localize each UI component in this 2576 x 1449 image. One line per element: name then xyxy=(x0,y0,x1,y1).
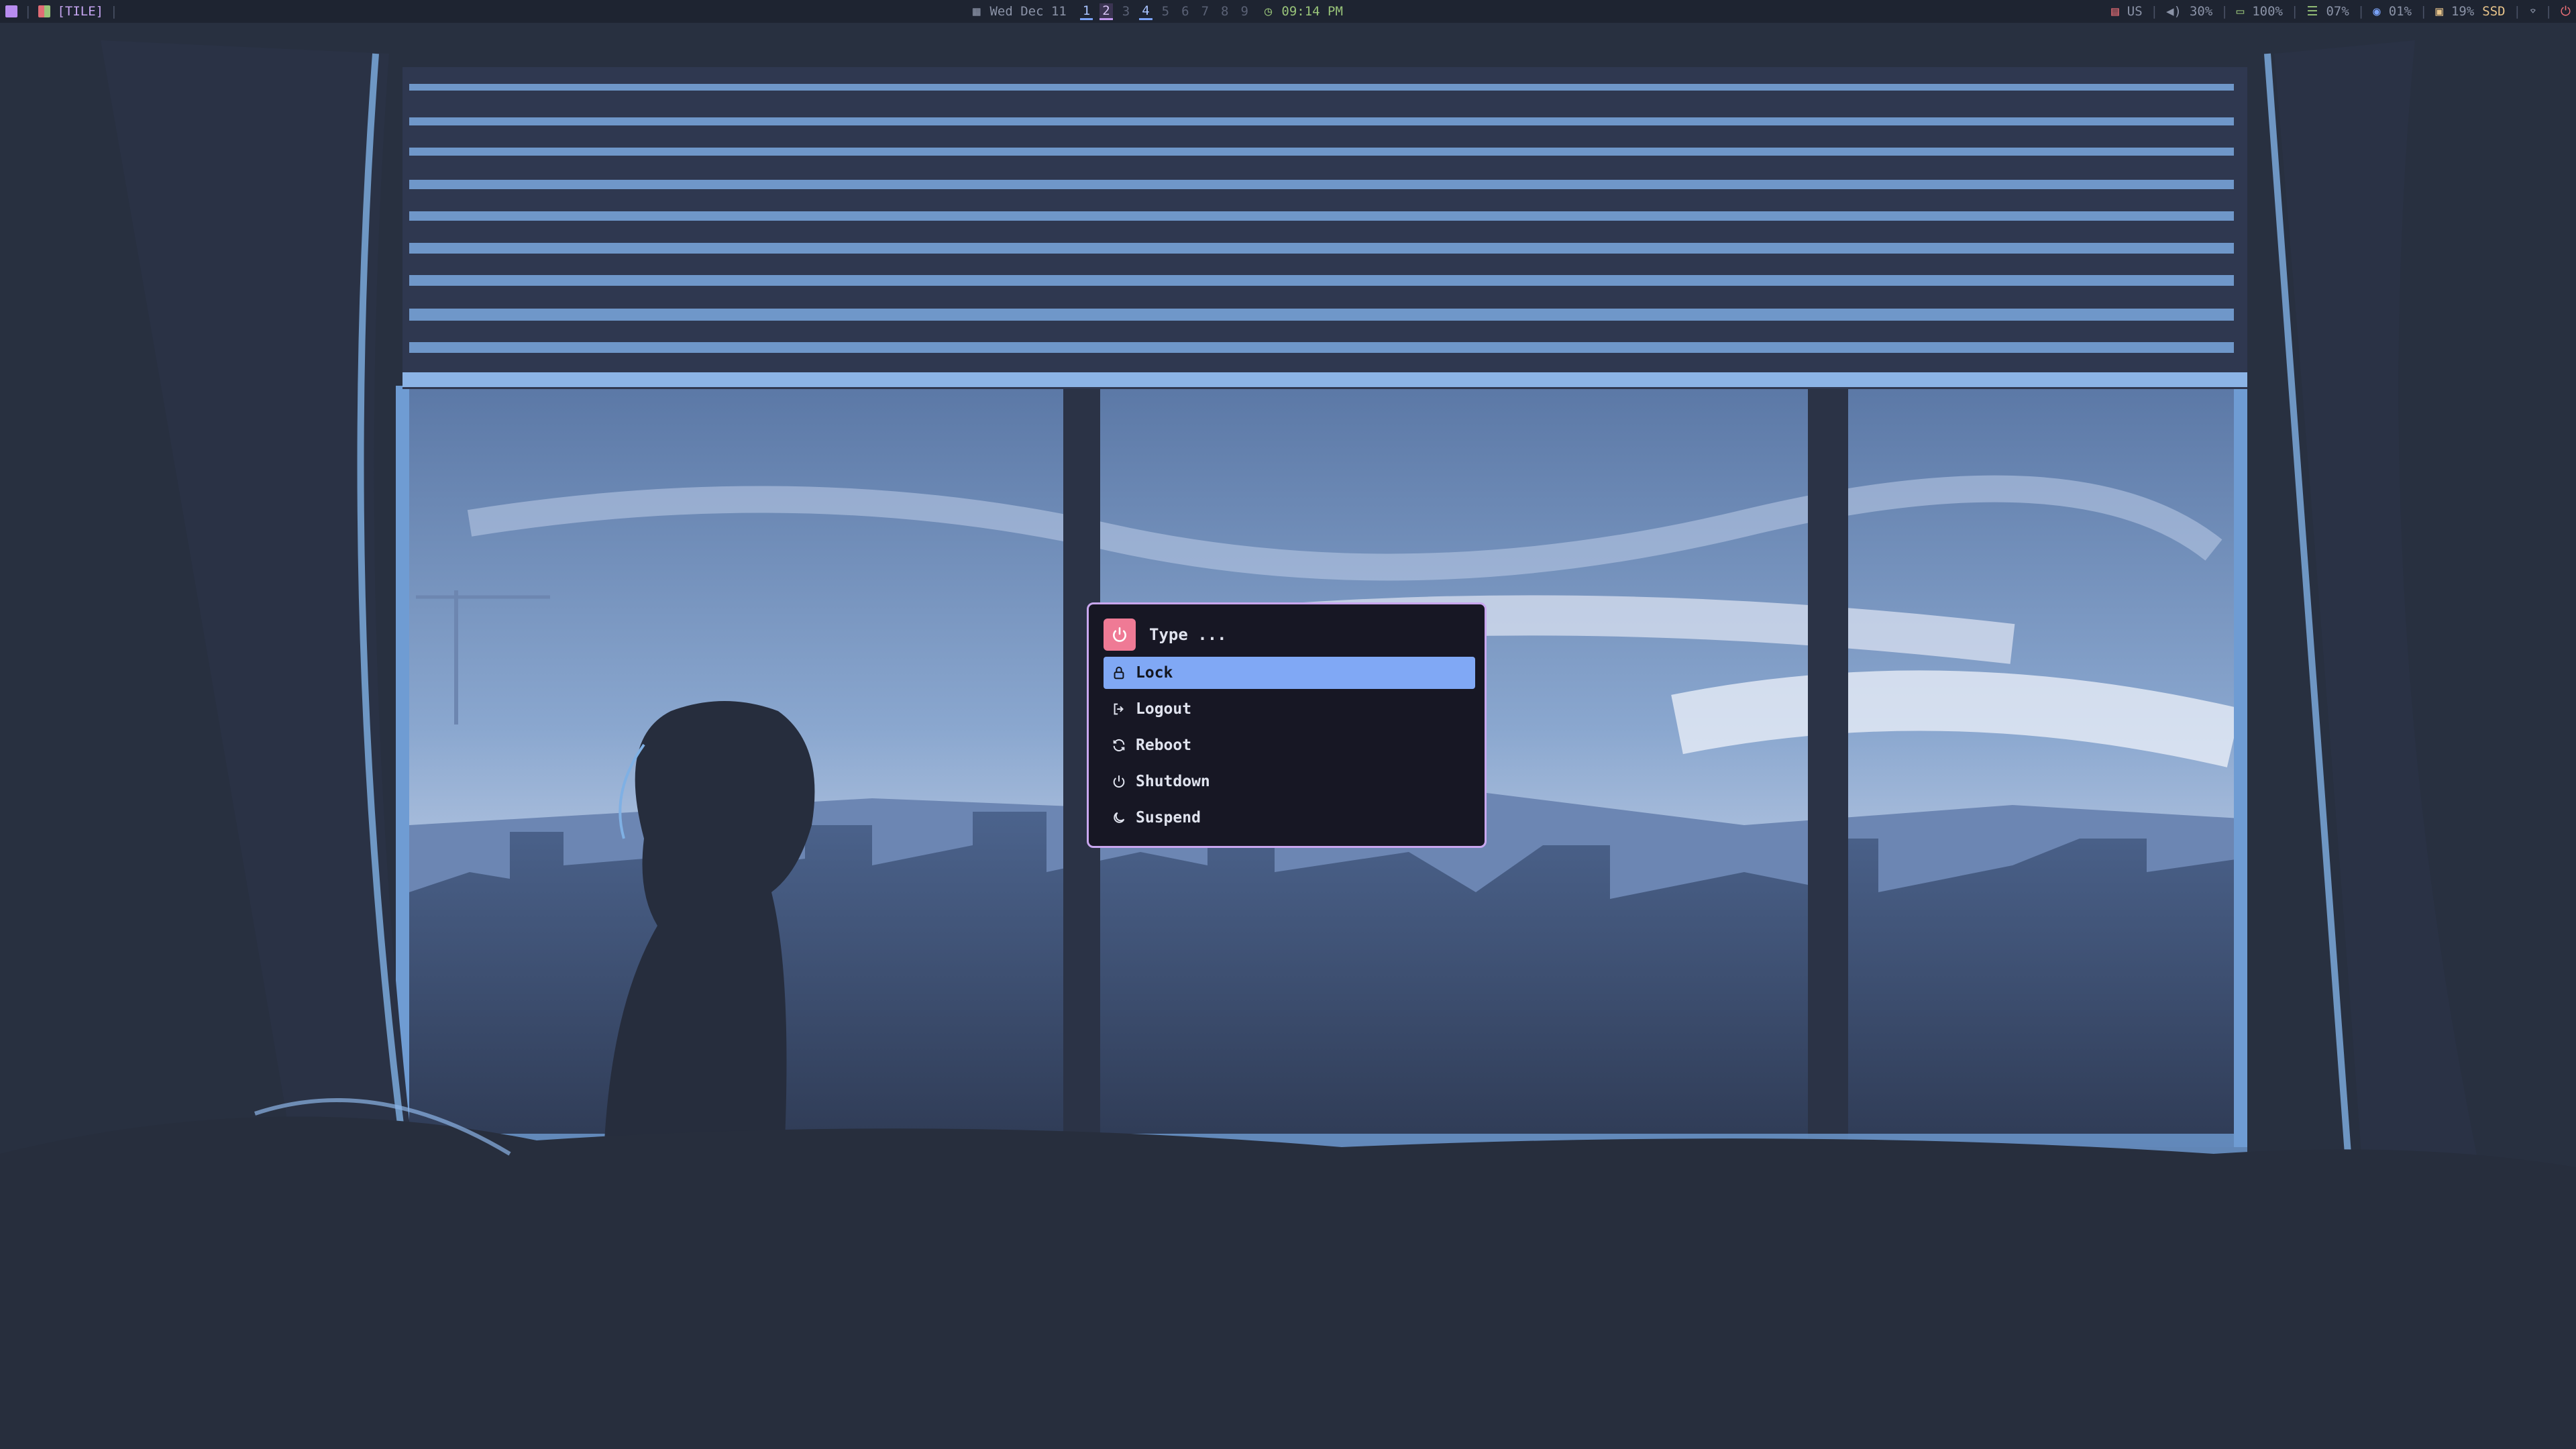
separator: | xyxy=(24,4,32,19)
topbar-left: | [TILE] | xyxy=(5,0,118,23)
menu-prompt-row[interactable]: Type ... xyxy=(1104,619,1227,651)
lock-icon xyxy=(1114,666,1124,680)
disk-label: SSD xyxy=(2482,4,2506,19)
disk-icon: ▣ xyxy=(2435,4,2443,19)
disk-value: 19% xyxy=(2451,4,2475,19)
memory-value: 07% xyxy=(2326,4,2349,19)
clock-time[interactable]: 09:14 PM xyxy=(1281,4,1343,19)
logout-icon xyxy=(1114,703,1124,715)
menu-item-label: Reboot xyxy=(1136,737,1192,754)
separator: | xyxy=(2290,4,2299,19)
menu-item-suspend[interactable]: Suspend xyxy=(1104,802,1475,834)
layout-label[interactable]: [TILE] xyxy=(57,4,103,19)
moon-icon xyxy=(1114,812,1125,823)
power-icon xyxy=(1113,775,1125,788)
clock-icon: ◷ xyxy=(1264,4,1273,19)
workspace-4[interactable]: 4 xyxy=(1139,3,1152,20)
menu-item-shutdown[interactable]: Shutdown xyxy=(1104,765,1475,798)
keyboard-layout[interactable]: US xyxy=(2127,4,2143,19)
power-icon xyxy=(1104,619,1136,651)
battery-value: 100% xyxy=(2252,4,2283,19)
workspace-switcher: 1 2 3 4 5 6 7 8 9 xyxy=(1076,0,1255,23)
workspace-8[interactable]: 8 xyxy=(1218,4,1231,19)
calendar-icon: ▦ xyxy=(973,4,981,19)
separator: | xyxy=(2420,4,2428,19)
topbar-center: ▦ Wed Dec 11 1 2 3 4 5 6 7 8 9 ◷ 09:14 P… xyxy=(973,0,1343,23)
menu-item-label: Lock xyxy=(1136,664,1173,682)
separator: | xyxy=(2513,4,2522,19)
power-button-icon[interactable]: ⏻ xyxy=(2561,4,2571,19)
menu-item-lock[interactable]: Lock xyxy=(1104,657,1475,689)
menu-prompt-input[interactable]: Type ... xyxy=(1149,625,1227,644)
power-menu: Type ... Lock Logout Reboot Shutdown Sus… xyxy=(1087,602,1487,848)
workspace-9[interactable]: 9 xyxy=(1238,4,1250,19)
separator: | xyxy=(110,4,118,19)
separator: | xyxy=(2357,4,2365,19)
cpu-icon: ◉ xyxy=(2373,4,2381,19)
workspace-2[interactable]: 2 xyxy=(1099,3,1113,20)
menu-item-label: Logout xyxy=(1136,700,1192,718)
workspace-7[interactable]: 7 xyxy=(1199,4,1212,19)
date-label: Wed Dec 11 xyxy=(989,4,1067,19)
volume-value[interactable]: 30% xyxy=(2190,4,2212,19)
menu-item-label: Shutdown xyxy=(1136,773,1210,790)
wifi-icon[interactable]: ⌔ xyxy=(2529,4,2536,19)
menu-item-label: Suspend xyxy=(1136,809,1201,826)
memory-icon: ☰ xyxy=(2306,4,2318,19)
separator: | xyxy=(2220,4,2229,19)
menu-item-reboot[interactable]: Reboot xyxy=(1104,729,1475,761)
layout-icon[interactable] xyxy=(38,5,51,17)
separator: | xyxy=(2544,4,2553,19)
flag-icon: ▤ xyxy=(2111,4,2119,19)
top-status-bar: | [TILE] | ▦ Wed Dec 11 1 2 3 4 5 6 7 8 … xyxy=(0,0,2576,23)
menu-item-logout[interactable]: Logout xyxy=(1104,693,1475,725)
topbar-right: ▤ US | ◀) 30% | ▭ 100% | ☰ 07% | ◉ 01% |… xyxy=(2111,0,2571,23)
volume-icon: ◀) xyxy=(2166,4,2182,19)
cpu-value: 01% xyxy=(2388,4,2412,19)
workspace-5[interactable]: 5 xyxy=(1159,4,1172,19)
battery-icon: ▭ xyxy=(2236,4,2245,19)
workspace-6[interactable]: 6 xyxy=(1179,4,1191,19)
app-menu-icon[interactable] xyxy=(5,5,17,17)
workspace-1[interactable]: 1 xyxy=(1079,3,1093,20)
reboot-icon xyxy=(1113,739,1125,752)
separator: | xyxy=(2150,4,2159,19)
workspace-3[interactable]: 3 xyxy=(1120,4,1132,19)
